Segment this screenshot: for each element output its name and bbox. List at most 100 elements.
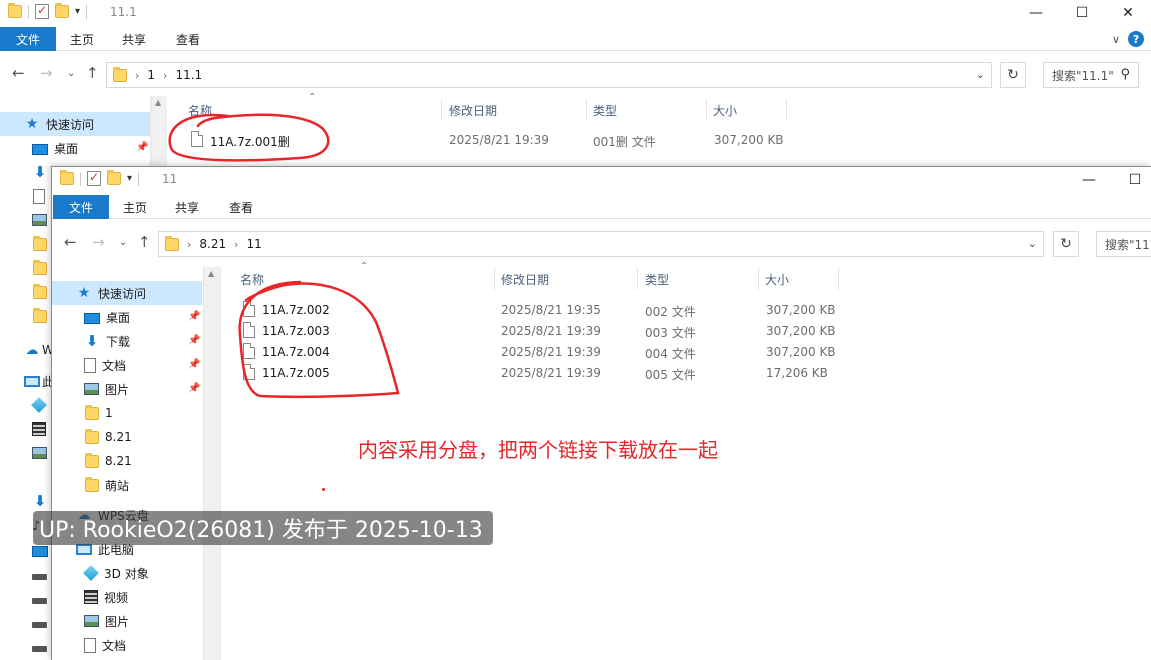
sidebar-item-document[interactable] [0, 184, 45, 208]
file-row[interactable]: 11A.7z.001删 2025/8/21 19:39 001删 文件 307,… [188, 130, 808, 151]
sidebar-item[interactable]: 8.21 [52, 449, 202, 473]
sidebar-item-picture[interactable] [0, 441, 47, 465]
sidebar-item-folder[interactable] [0, 232, 47, 256]
sidebar-item[interactable]: 图片 📌 [52, 377, 202, 401]
forward-arrow-icon[interactable]: → [92, 233, 105, 251]
column-divider[interactable] [786, 99, 787, 121]
sidebar-item-drive[interactable] [0, 562, 47, 586]
column-header-size[interactable]: 大小 [765, 266, 789, 292]
column-divider[interactable] [706, 99, 707, 121]
sidebar-item[interactable]: ★ 快速访问 [52, 281, 202, 305]
sidebar-item[interactable]: 1 [52, 401, 202, 425]
sidebar-item-drive[interactable] [0, 634, 47, 658]
column-header-name[interactable]: 名称 [188, 97, 212, 123]
pin-icon[interactable]: 📌 [188, 359, 200, 370]
column-divider[interactable] [441, 99, 442, 121]
column-divider[interactable] [586, 99, 587, 121]
minimize-button[interactable]: — [1013, 0, 1059, 26]
sidebar-scrollbar[interactable]: ▲ [203, 267, 220, 660]
search-input[interactable]: 搜索"11.1" ⚲ [1043, 62, 1139, 88]
refresh-button[interactable]: ↻ [1000, 62, 1026, 88]
sidebar-item-wps-cloud[interactable]: ☁ W [0, 338, 54, 362]
breadcrumb-item[interactable]: 8.21 [199, 237, 226, 251]
properties-icon[interactable] [35, 3, 49, 19]
column-divider[interactable] [838, 268, 839, 290]
sidebar-item[interactable]: 文档 📌 [52, 353, 202, 377]
customize-toolbar-icon[interactable]: ▾ [75, 6, 80, 17]
sidebar-item-drive[interactable] [0, 610, 47, 634]
maximize-button[interactable]: ☐ [1112, 167, 1151, 193]
column-header-modified[interactable]: 修改日期 [501, 266, 549, 292]
sidebar-item[interactable]: 8.21 [52, 425, 202, 449]
recent-locations-icon[interactable]: ⌄ [119, 237, 127, 248]
chevron-down-icon[interactable]: ⌄ [1028, 237, 1037, 250]
sidebar-item-quick-access[interactable]: ★ 快速访问 [0, 112, 150, 136]
scroll-up-icon[interactable]: ▲ [208, 269, 214, 278]
sidebar-item[interactable]: 图片 [52, 609, 202, 633]
chevron-down-icon[interactable]: ⌄ [976, 68, 985, 81]
sidebar-item-this-pc[interactable]: 此 [0, 369, 54, 393]
properties-icon[interactable] [87, 170, 101, 186]
sidebar-item-folder[interactable] [0, 256, 47, 280]
tab-home[interactable]: 主页 [58, 27, 106, 51]
sidebar-item[interactable]: ⬇ 下载 📌 [52, 329, 202, 353]
expand-ribbon-icon[interactable]: ∨ [1112, 33, 1120, 46]
minimize-button[interactable]: — [1066, 167, 1112, 193]
sidebar-item-desktop[interactable]: 桌面 📌 [0, 136, 150, 160]
search-input[interactable]: 搜索"11" [1096, 231, 1151, 257]
scroll-up-icon[interactable]: ▲ [155, 98, 161, 107]
help-icon[interactable]: ? [1128, 31, 1145, 47]
sidebar-item[interactable]: 文档 [52, 633, 202, 657]
file-row[interactable]: 11A.7z.003 2025/8/21 19:39 003 文件 307,200 K… [240, 321, 860, 342]
back-arrow-icon[interactable]: ← [64, 233, 77, 251]
tab-share[interactable]: 共享 [163, 195, 211, 219]
up-arrow-icon[interactable]: ↑ [138, 233, 151, 251]
folder-icon[interactable] [8, 3, 22, 18]
sidebar-item[interactable]: 3D 对象 [52, 561, 202, 585]
address-bar[interactable]: › 1 › 11.1 ⌄ [106, 62, 992, 88]
sidebar-item[interactable]: 视频 [52, 585, 202, 609]
tab-view[interactable]: 查看 [217, 195, 265, 219]
sidebar-item-download[interactable]: ⬇ [0, 489, 48, 513]
tab-share[interactable]: 共享 [110, 27, 158, 51]
tab-view[interactable]: 查看 [164, 27, 212, 51]
folder-icon[interactable] [60, 170, 74, 185]
new-folder-icon[interactable] [107, 170, 121, 185]
sidebar-item[interactable]: 萌站 [52, 473, 202, 497]
file-row[interactable]: 11A.7z.005 2025/8/21 19:39 005 文件 17,206 KB [240, 363, 860, 384]
pin-icon[interactable]: 📌 [188, 383, 200, 394]
breadcrumb-item[interactable]: 1 [147, 68, 155, 82]
column-header-name[interactable]: 名称 [240, 266, 264, 292]
up-arrow-icon[interactable]: ↑ [86, 64, 99, 82]
breadcrumb-item[interactable]: 11.1 [175, 68, 202, 82]
close-button[interactable]: ✕ [1105, 0, 1151, 26]
sidebar-item[interactable]: 桌面 📌 [52, 305, 202, 329]
forward-arrow-icon[interactable]: → [40, 64, 53, 82]
back-arrow-icon[interactable]: ← [12, 64, 25, 82]
tab-home[interactable]: 主页 [111, 195, 159, 219]
column-header-type[interactable]: 类型 [593, 97, 617, 123]
sidebar-item-folder[interactable] [0, 304, 47, 328]
column-header-modified[interactable]: 修改日期 [449, 97, 497, 123]
pin-icon[interactable]: 📌 [188, 311, 200, 322]
pin-icon[interactable]: 📌 [188, 335, 200, 346]
sidebar-item-folder[interactable] [0, 280, 47, 304]
sidebar-item-video[interactable] [0, 417, 46, 441]
customize-toolbar-icon[interactable]: ▾ [127, 173, 132, 184]
file-row[interactable]: 11A.7z.004 2025/8/21 19:39 004 文件 307,200 K… [240, 342, 860, 363]
sidebar-item-picture[interactable] [0, 208, 47, 232]
column-header-size[interactable]: 大小 [713, 97, 737, 123]
sidebar-item-drive[interactable] [0, 586, 47, 610]
recent-locations-icon[interactable]: ⌄ [67, 68, 75, 79]
column-divider[interactable] [758, 268, 759, 290]
file-row[interactable]: 11A.7z.002 2025/8/21 19:35 002 文件 307,200 K… [240, 300, 860, 321]
breadcrumb-item[interactable]: 11 [247, 237, 262, 251]
tab-file[interactable]: 文件 [53, 195, 109, 219]
column-divider[interactable] [494, 268, 495, 290]
refresh-button[interactable]: ↻ [1053, 231, 1079, 257]
tab-file[interactable]: 文件 [0, 27, 56, 51]
sidebar-item-3d-objects[interactable] [0, 393, 47, 417]
column-divider[interactable] [637, 268, 638, 290]
address-bar[interactable]: › 8.21 › 11 ⌄ [158, 231, 1044, 257]
column-header-type[interactable]: 类型 [645, 266, 669, 292]
